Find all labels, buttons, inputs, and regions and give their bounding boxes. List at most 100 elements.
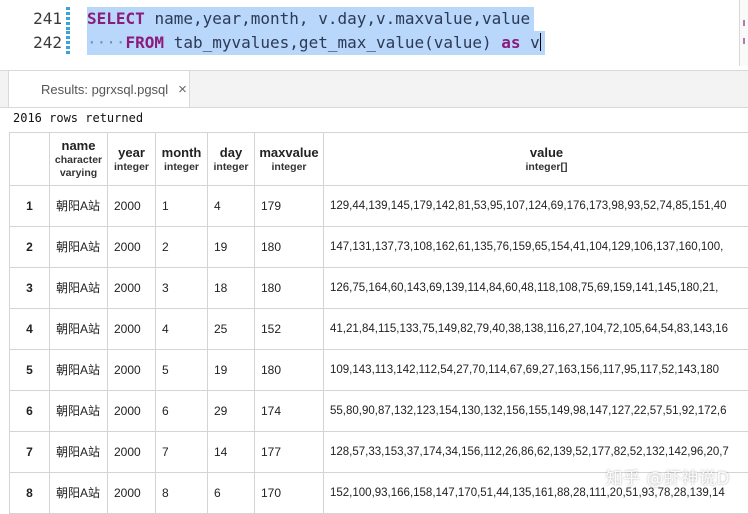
column-title: name: [50, 138, 107, 153]
row-number[interactable]: 6: [10, 391, 50, 432]
table-row[interactable]: 1 朝阳A站 2000 1 4 179 129,44,139,145,179,1…: [10, 186, 748, 227]
header-year[interactable]: year integer: [108, 133, 156, 186]
code-text-selected[interactable]: ····FROM tab_myvalues,get_max_value(valu…: [87, 31, 545, 55]
tab-results[interactable]: Results: pgrxsql.pgsql ×: [8, 71, 190, 107]
ruler-marker: [743, 38, 745, 44]
cell-month[interactable]: 2: [156, 227, 208, 268]
cell-year[interactable]: 2000: [108, 473, 156, 514]
column-title: day: [208, 145, 254, 160]
row-number[interactable]: 2: [10, 227, 50, 268]
cell-month[interactable]: 8: [156, 473, 208, 514]
cell-day[interactable]: 14: [208, 432, 255, 473]
header-rownum[interactable]: [10, 133, 50, 186]
rows-returned-status: 2016 rows returned: [13, 111, 143, 129]
cell-name[interactable]: 朝阳A站: [50, 268, 108, 309]
cell-year[interactable]: 2000: [108, 391, 156, 432]
ruler-marker: [743, 20, 745, 26]
header-name[interactable]: name character varying: [50, 133, 108, 186]
as-keyword: as: [501, 33, 520, 52]
cell-maxvalue[interactable]: 180: [255, 268, 324, 309]
cell-value[interactable]: 41,21,84,115,133,75,149,82,79,40,38,138,…: [324, 309, 748, 350]
close-icon[interactable]: ×: [178, 81, 187, 98]
cell-year[interactable]: 2000: [108, 350, 156, 391]
table-row[interactable]: 2 朝阳A站 2000 2 19 180 147,131,137,73,108,…: [10, 227, 748, 268]
table-row[interactable]: 4 朝阳A站 2000 4 25 152 41,21,84,115,133,75…: [10, 309, 748, 350]
cell-month[interactable]: 1: [156, 186, 208, 227]
header-month[interactable]: month integer: [156, 133, 208, 186]
cell-year[interactable]: 2000: [108, 186, 156, 227]
alias-identifier: v: [530, 33, 540, 52]
cell-value[interactable]: 129,44,139,145,179,142,81,53,95,107,124,…: [324, 186, 748, 227]
table-row[interactable]: 6 朝阳A站 2000 6 29 174 55,80,90,87,132,123…: [10, 391, 748, 432]
row-number[interactable]: 3: [10, 268, 50, 309]
cell-value[interactable]: 55,80,90,87,132,123,154,130,132,156,155,…: [324, 391, 748, 432]
cell-month[interactable]: 5: [156, 350, 208, 391]
cell-value[interactable]: 109,143,113,142,112,54,27,70,114,67,69,2…: [324, 350, 748, 391]
from-sources: tab_myvalues,get_max_value(value): [174, 33, 492, 52]
column-type: integer: [255, 161, 323, 174]
cell-day[interactable]: 29: [208, 391, 255, 432]
cell-value[interactable]: 126,75,164,60,143,69,139,114,84,60,48,11…: [324, 268, 748, 309]
header-day[interactable]: day integer: [208, 133, 255, 186]
from-keyword: FROM: [126, 33, 165, 52]
cell-name[interactable]: 朝阳A站: [50, 350, 108, 391]
cell-name[interactable]: 朝阳A站: [50, 391, 108, 432]
cell-month[interactable]: 4: [156, 309, 208, 350]
cell-day[interactable]: 18: [208, 268, 255, 309]
tab-results-label: Results: pgrxsql.pgsql: [41, 82, 168, 97]
cell-maxvalue[interactable]: 177: [255, 432, 324, 473]
cell-month[interactable]: 3: [156, 268, 208, 309]
cell-maxvalue[interactable]: 180: [255, 227, 324, 268]
cell-name[interactable]: 朝阳A站: [50, 186, 108, 227]
cell-name[interactable]: 朝阳A站: [50, 432, 108, 473]
table-row[interactable]: 5 朝阳A站 2000 5 19 180 109,143,113,142,112…: [10, 350, 748, 391]
cell-value[interactable]: 147,131,137,73,108,162,61,135,76,159,65,…: [324, 227, 748, 268]
column-type: integer: [156, 161, 207, 174]
editor-line-241[interactable]: 241 SELECT name,year,month, v.day,v.maxv…: [0, 7, 748, 31]
column-type: integer: [108, 161, 155, 174]
editor-line-242[interactable]: 242 ····FROM tab_myvalues,get_max_value(…: [0, 31, 748, 55]
cell-maxvalue[interactable]: 170: [255, 473, 324, 514]
row-number[interactable]: 8: [10, 473, 50, 514]
cell-maxvalue[interactable]: 179: [255, 186, 324, 227]
cell-month[interactable]: 7: [156, 432, 208, 473]
row-number[interactable]: 5: [10, 350, 50, 391]
cell-name[interactable]: 朝阳A站: [50, 309, 108, 350]
line-number: 242: [0, 31, 62, 55]
cell-day[interactable]: 4: [208, 186, 255, 227]
code-text-selected[interactable]: SELECT name,year,month, v.day,v.maxvalue…: [87, 7, 534, 31]
header-value[interactable]: value integer[]: [324, 133, 748, 186]
watermark: 知乎 @虾神说D: [606, 464, 731, 489]
column-title: year: [108, 145, 155, 160]
table-row[interactable]: 3 朝阳A站 2000 3 18 180 126,75,164,60,143,6…: [10, 268, 748, 309]
header-maxvalue[interactable]: maxvalue integer: [255, 133, 324, 186]
cell-day[interactable]: 19: [208, 350, 255, 391]
cell-day[interactable]: 19: [208, 227, 255, 268]
cell-maxvalue[interactable]: 152: [255, 309, 324, 350]
row-number[interactable]: 1: [10, 186, 50, 227]
cell-day[interactable]: 25: [208, 309, 255, 350]
column-type: integer[]: [324, 161, 748, 174]
row-number[interactable]: 7: [10, 432, 50, 473]
cell-year[interactable]: 2000: [108, 227, 156, 268]
cell-name[interactable]: 朝阳A站: [50, 473, 108, 514]
cell-year[interactable]: 2000: [108, 268, 156, 309]
column-type: character varying: [50, 154, 107, 180]
overview-ruler[interactable]: [739, 0, 748, 66]
cell-name[interactable]: 朝阳A站: [50, 227, 108, 268]
select-keyword: SELECT: [87, 9, 145, 28]
cell-year[interactable]: 2000: [108, 432, 156, 473]
cell-maxvalue[interactable]: 180: [255, 350, 324, 391]
results-grid: name character varying year integer mont…: [9, 132, 748, 514]
text-caret: [540, 33, 541, 51]
select-columns: name,year,month, v.day,v.maxvalue,value: [154, 9, 530, 28]
modified-line-marker: [66, 7, 70, 31]
row-number[interactable]: 4: [10, 309, 50, 350]
grid-header-row: name character varying year integer mont…: [10, 133, 748, 186]
cell-maxvalue[interactable]: 174: [255, 391, 324, 432]
sql-editor[interactable]: 241 SELECT name,year,month, v.day,v.maxv…: [0, 0, 748, 66]
line-number: 241: [0, 7, 62, 31]
cell-month[interactable]: 6: [156, 391, 208, 432]
cell-day[interactable]: 6: [208, 473, 255, 514]
cell-year[interactable]: 2000: [108, 309, 156, 350]
